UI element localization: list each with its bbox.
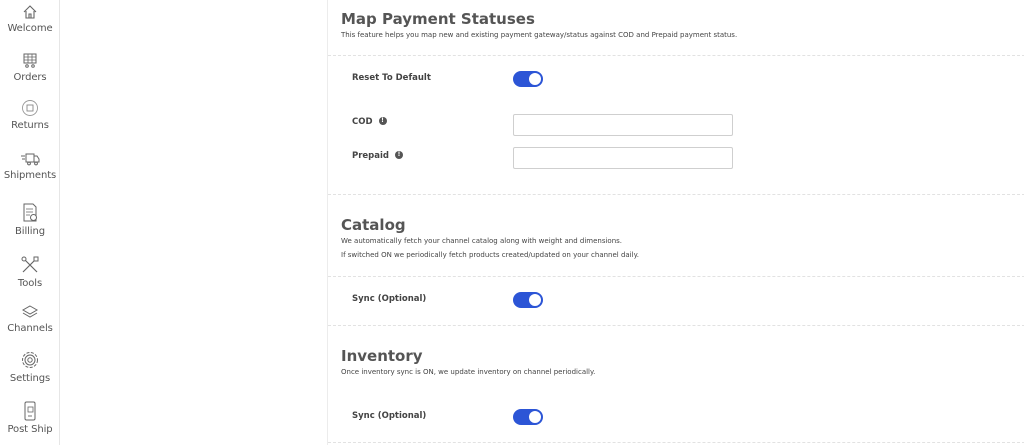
divider: [328, 55, 1024, 56]
catalog-sync-label: Sync (Optional): [352, 294, 427, 304]
divider: [328, 276, 1024, 277]
catalog-title: Catalog: [341, 216, 406, 234]
sidebar: Welcome Orders Returns Shipments Billing…: [0, 0, 60, 445]
sidebar-item-label: Settings: [9, 373, 51, 384]
cod-label-group: COD!: [352, 117, 387, 127]
bill-icon: [23, 203, 37, 222]
cod-label: COD: [352, 117, 373, 127]
sidebar-item-welcome[interactable]: Welcome: [0, 4, 60, 34]
tools-icon: [21, 256, 39, 273]
home-icon: [23, 5, 37, 19]
info-icon[interactable]: !: [395, 151, 404, 159]
reset-default-label: Reset To Default: [352, 73, 431, 83]
gutter: [61, 0, 327, 445]
truck-icon: [21, 153, 40, 166]
catalog-sync-toggle[interactable]: [513, 292, 543, 308]
settings-content: Map Payment Statuses This feature helps …: [327, 0, 1024, 445]
sidebar-item-label: Welcome: [7, 23, 53, 34]
gear-icon: [22, 352, 38, 368]
divider: [328, 442, 1024, 443]
sidebar-item-post-ship[interactable]: Post Ship: [0, 401, 60, 435]
prepaid-input[interactable]: [513, 147, 733, 169]
catalog-description-line2: If switched ON we periodically fetch pro…: [341, 251, 639, 259]
sidebar-item-label: Shipments: [3, 170, 57, 181]
sidebar-item-label: Orders: [13, 72, 47, 83]
inventory-sync-label: Sync (Optional): [352, 411, 427, 421]
cod-input[interactable]: [513, 114, 733, 136]
payment-statuses-title: Map Payment Statuses: [341, 10, 535, 28]
returns-icon: [22, 100, 38, 116]
sidebar-item-tools[interactable]: Tools: [0, 255, 60, 289]
prepaid-label: Prepaid: [352, 151, 390, 161]
inventory-sync-toggle[interactable]: [513, 409, 543, 425]
prepaid-label-group: Prepaid!: [352, 151, 404, 161]
inventory-description: Once inventory sync is ON, we update inv…: [341, 368, 596, 376]
sidebar-item-channels[interactable]: Channels: [0, 304, 60, 334]
reset-default-toggle[interactable]: [513, 71, 543, 87]
sidebar-item-shipments[interactable]: Shipments: [0, 151, 60, 181]
sidebar-item-settings[interactable]: Settings: [0, 350, 60, 384]
divider: [328, 194, 1024, 195]
payment-statuses-description: This feature helps you map new and exist…: [341, 31, 738, 39]
divider: [328, 325, 1024, 326]
phone-icon: [24, 401, 36, 421]
sidebar-item-orders[interactable]: Orders: [0, 51, 60, 83]
info-icon[interactable]: !: [378, 117, 387, 125]
sidebar-item-label: Billing: [15, 226, 45, 237]
layers-icon: [21, 305, 39, 318]
sidebar-item-label: Tools: [17, 278, 43, 289]
cart-icon: [23, 53, 37, 68]
sidebar-item-billing[interactable]: Billing: [0, 203, 60, 237]
inventory-title: Inventory: [341, 347, 423, 365]
sidebar-item-label: Post Ship: [7, 424, 53, 435]
catalog-description-line1: We automatically fetch your channel cata…: [341, 237, 623, 245]
sidebar-item-label: Returns: [11, 120, 49, 131]
sidebar-item-returns[interactable]: Returns: [0, 99, 60, 131]
sidebar-item-label: Channels: [7, 323, 53, 334]
